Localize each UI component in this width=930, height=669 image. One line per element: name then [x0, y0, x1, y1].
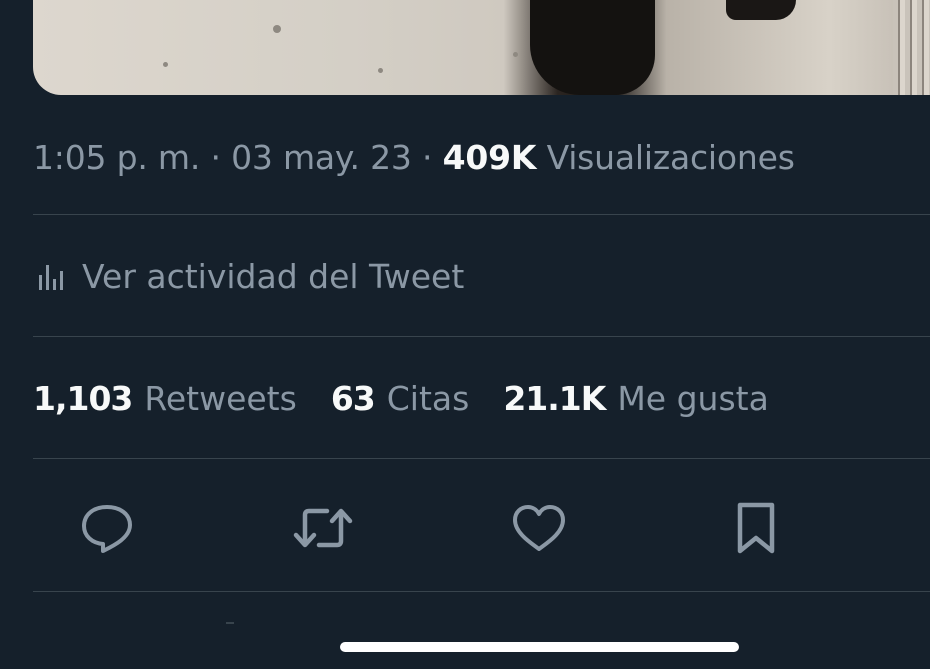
heart-icon	[513, 504, 565, 551]
media-sparkle	[513, 52, 518, 57]
likes-label: Me gusta	[617, 379, 769, 418]
home-indicator[interactable]	[340, 642, 739, 652]
media-dark-shape	[726, 0, 796, 20]
view-tweet-activity-link[interactable]: Ver actividad del Tweet	[36, 257, 464, 296]
retweet-button[interactable]	[293, 500, 353, 555]
bookmark-button[interactable]	[726, 500, 786, 555]
views-count: 409K	[442, 138, 537, 177]
reply-button[interactable]	[77, 500, 137, 555]
like-button[interactable]	[509, 500, 569, 555]
engagement-stats: 1,103 Retweets 63 Citas 21.1K Me gusta	[33, 379, 803, 418]
likes-stat[interactable]: 21.1K Me gusta	[503, 379, 768, 418]
meta-separator: ·	[422, 138, 433, 177]
media-sparkle	[378, 68, 383, 73]
activity-label: Ver actividad del Tweet	[82, 257, 465, 296]
media-sparkle	[273, 25, 281, 33]
divider	[33, 214, 930, 215]
retweets-count: 1,103	[33, 379, 133, 418]
likes-count: 21.1K	[503, 379, 606, 418]
views-label: Visualizaciones	[546, 138, 795, 177]
retweet-icon	[293, 508, 353, 547]
quotes-count: 63	[330, 379, 376, 418]
retweets-label: Retweets	[144, 379, 297, 418]
bar-chart-icon	[39, 264, 63, 290]
meta-separator: ·	[210, 138, 221, 177]
divider	[33, 336, 930, 337]
reply-icon	[82, 504, 132, 553]
media-dark-region	[530, 0, 655, 95]
tweet-metadata: 1:05 p. m. · 03 may. 23 · 409K Visualiza…	[33, 138, 795, 177]
divider	[33, 458, 930, 459]
quotes-label: Citas	[386, 379, 470, 418]
retweets-stat[interactable]: 1,103 Retweets	[33, 379, 297, 418]
bookmark-icon	[737, 502, 775, 553]
tweet-action-bar	[0, 500, 930, 555]
divider	[33, 591, 930, 592]
tweet-media-image[interactable]	[33, 0, 930, 95]
media-curtain	[893, 0, 930, 95]
quotes-stat[interactable]: 63 Citas	[331, 379, 470, 418]
tweet-time[interactable]: 1:05 p. m.	[33, 138, 200, 177]
media-sparkle	[163, 62, 168, 67]
scroll-hint	[226, 622, 234, 624]
tweet-date[interactable]: 03 may. 23	[231, 138, 412, 177]
